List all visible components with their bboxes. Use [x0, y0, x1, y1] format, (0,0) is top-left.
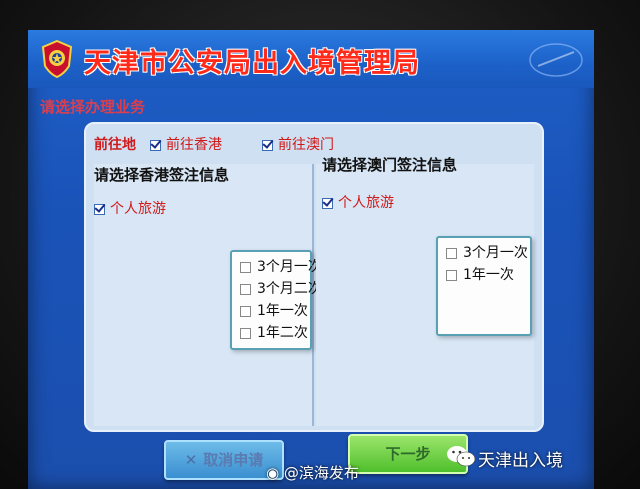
hk-endorsement-item[interactable]: 1年二次: [240, 322, 308, 342]
macau-title: 请选择澳门签注信息: [322, 156, 458, 174]
hk-endorsement-label: 3个月二次: [257, 281, 322, 297]
destination-row: 前往地 前往香港 前往澳门: [86, 124, 542, 156]
cancel-icon: ✕: [184, 451, 198, 469]
hongkong-title: 请选择香港签注信息: [94, 166, 230, 184]
selection-panel: 前往地 前往香港 前往澳门 请选择香港签注信息 个人旅游 3个月一次 3个月二次…: [84, 122, 544, 432]
macau-category[interactable]: 个人旅游: [322, 192, 394, 212]
hk-endorsement-item[interactable]: 1年一次: [240, 300, 308, 320]
mo-endorsement-item[interactable]: 3个月一次: [446, 242, 528, 262]
option-hongkong[interactable]: 前往香港: [150, 134, 222, 154]
mo-endorsement-label: 1年一次: [463, 267, 514, 283]
weibo-icon: ◉: [266, 464, 284, 482]
checkbox-macau-category[interactable]: [322, 197, 333, 209]
kiosk-screen: 天津市公安局出入境管理局 请选择办理业务 前往地 前往香港 前往澳门 请选择香港…: [28, 30, 594, 489]
checkbox-hk-endorsement[interactable]: [240, 305, 251, 317]
checkbox-mo-endorsement[interactable]: [446, 269, 457, 281]
macau-endorsement-list: 3个月一次 1年一次: [436, 236, 532, 336]
hongkong-column: 请选择香港签注信息 个人旅游 3个月一次 3个月二次 1年一次 1年二次: [94, 164, 322, 426]
option-macau[interactable]: 前往澳门: [262, 134, 334, 154]
wechat-watermark: 天津出入境: [478, 451, 563, 471]
header-bar: 天津市公安局出入境管理局: [28, 30, 594, 88]
checkbox-macau[interactable]: [262, 139, 273, 151]
hongkong-category-label: 个人旅游: [110, 201, 166, 217]
hongkong-endorsement-list: 3个月一次 3个月二次 1年一次 1年二次: [230, 250, 322, 350]
hk-endorsement-label: 3个月一次: [257, 259, 322, 275]
checkbox-hk-endorsement[interactable]: [240, 261, 251, 273]
police-badge-icon: [41, 40, 73, 78]
hk-endorsement-label: 1年一次: [257, 303, 308, 319]
macau-column: 请选择澳门签注信息 个人旅游 3个月一次 1年一次: [316, 156, 534, 426]
hongkong-category[interactable]: 个人旅游: [94, 198, 166, 218]
checkbox-hk-endorsement[interactable]: [240, 327, 251, 339]
mo-endorsement-label: 3个月一次: [463, 245, 528, 261]
mo-endorsement-item[interactable]: 1年一次: [446, 264, 514, 284]
checkbox-mo-endorsement[interactable]: [446, 247, 457, 259]
hk-endorsement-item[interactable]: 3个月二次: [240, 278, 322, 298]
hk-endorsement-item[interactable]: 3个月一次: [240, 256, 322, 276]
macau-category-label: 个人旅游: [338, 195, 394, 211]
hk-endorsement-label: 1年二次: [257, 325, 308, 341]
destination-label: 前往地: [94, 137, 136, 153]
corner-logo-icon: [526, 38, 586, 82]
cancel-button-label: 取消申请: [203, 451, 264, 469]
wechat-icon: [447, 446, 476, 467]
org-title: 天津市公安局出入境管理局: [84, 48, 420, 79]
checkbox-hongkong[interactable]: [150, 139, 161, 151]
weibo-watermark-text: @滨海发布: [283, 464, 359, 482]
checkbox-hk-endorsement[interactable]: [240, 283, 251, 295]
page-subtitle: 请选择办理业务: [40, 98, 146, 116]
next-button-label: 下一步: [385, 445, 431, 463]
checkbox-hongkong-category[interactable]: [94, 203, 105, 215]
weibo-watermark: ◉ @滨海发布: [266, 462, 359, 483]
option-hongkong-label: 前往香港: [166, 137, 222, 153]
option-macau-label: 前往澳门: [278, 137, 334, 153]
